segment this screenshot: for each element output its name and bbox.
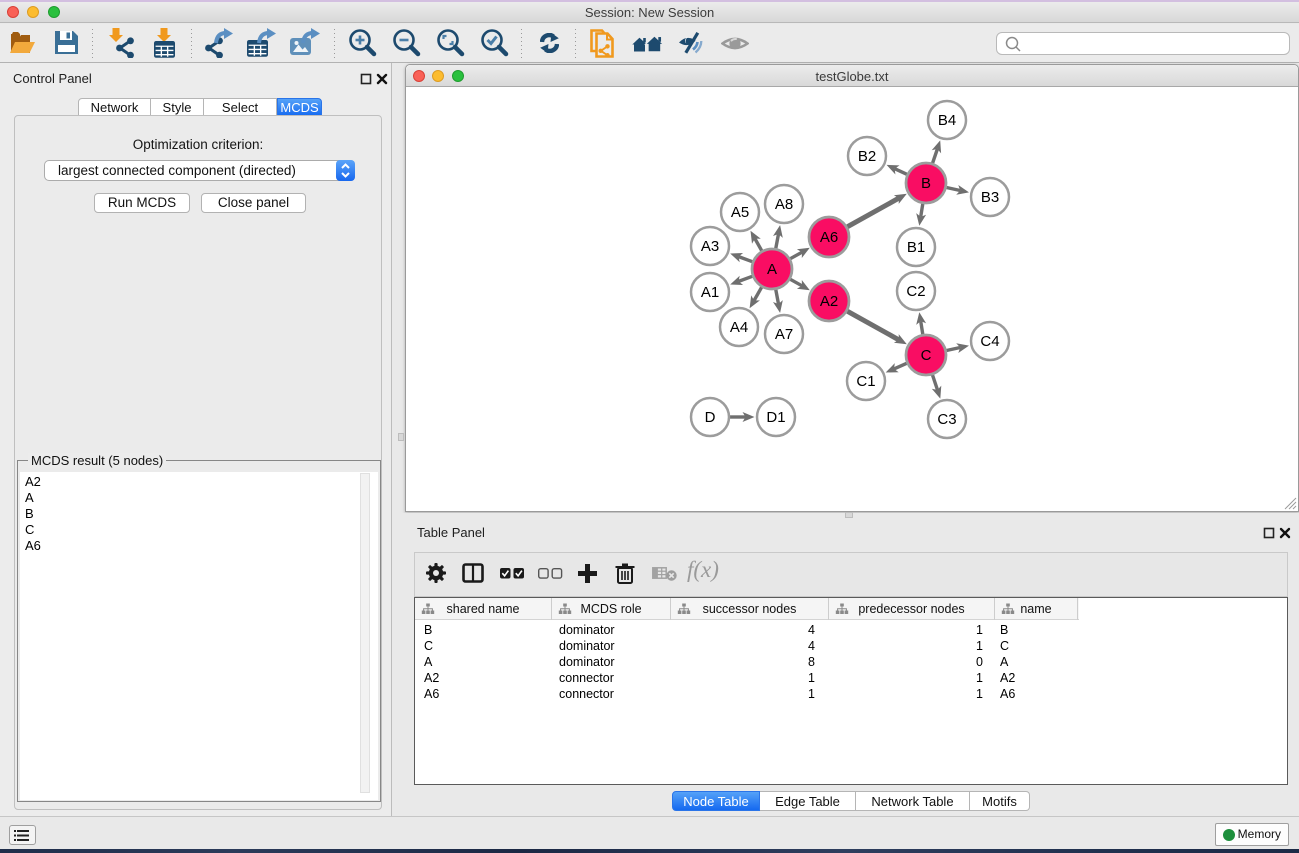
svg-text:B1: B1: [907, 239, 925, 256]
svg-text:B2: B2: [858, 148, 876, 165]
svg-text:C1: C1: [856, 373, 875, 390]
svg-text:A4: A4: [730, 319, 748, 336]
svg-text:A6: A6: [820, 229, 838, 246]
svg-text:A2: A2: [820, 293, 838, 310]
svg-text:C3: C3: [937, 411, 956, 428]
svg-text:D: D: [705, 409, 716, 426]
svg-text:A5: A5: [731, 204, 749, 221]
svg-text:A8: A8: [775, 196, 793, 213]
svg-text:C4: C4: [980, 333, 999, 350]
svg-text:B: B: [921, 175, 931, 192]
svg-text:B3: B3: [981, 189, 999, 206]
svg-text:f(x): f(x): [687, 557, 719, 582]
svg-text:A7: A7: [775, 326, 793, 343]
svg-text:A: A: [767, 261, 777, 278]
svg-text:C: C: [921, 347, 932, 364]
svg-text:A1: A1: [701, 284, 719, 301]
svg-text:D1: D1: [766, 409, 785, 426]
svg-text:C2: C2: [906, 283, 925, 300]
svg-text:B4: B4: [938, 112, 956, 129]
svg-text:A3: A3: [701, 238, 719, 255]
